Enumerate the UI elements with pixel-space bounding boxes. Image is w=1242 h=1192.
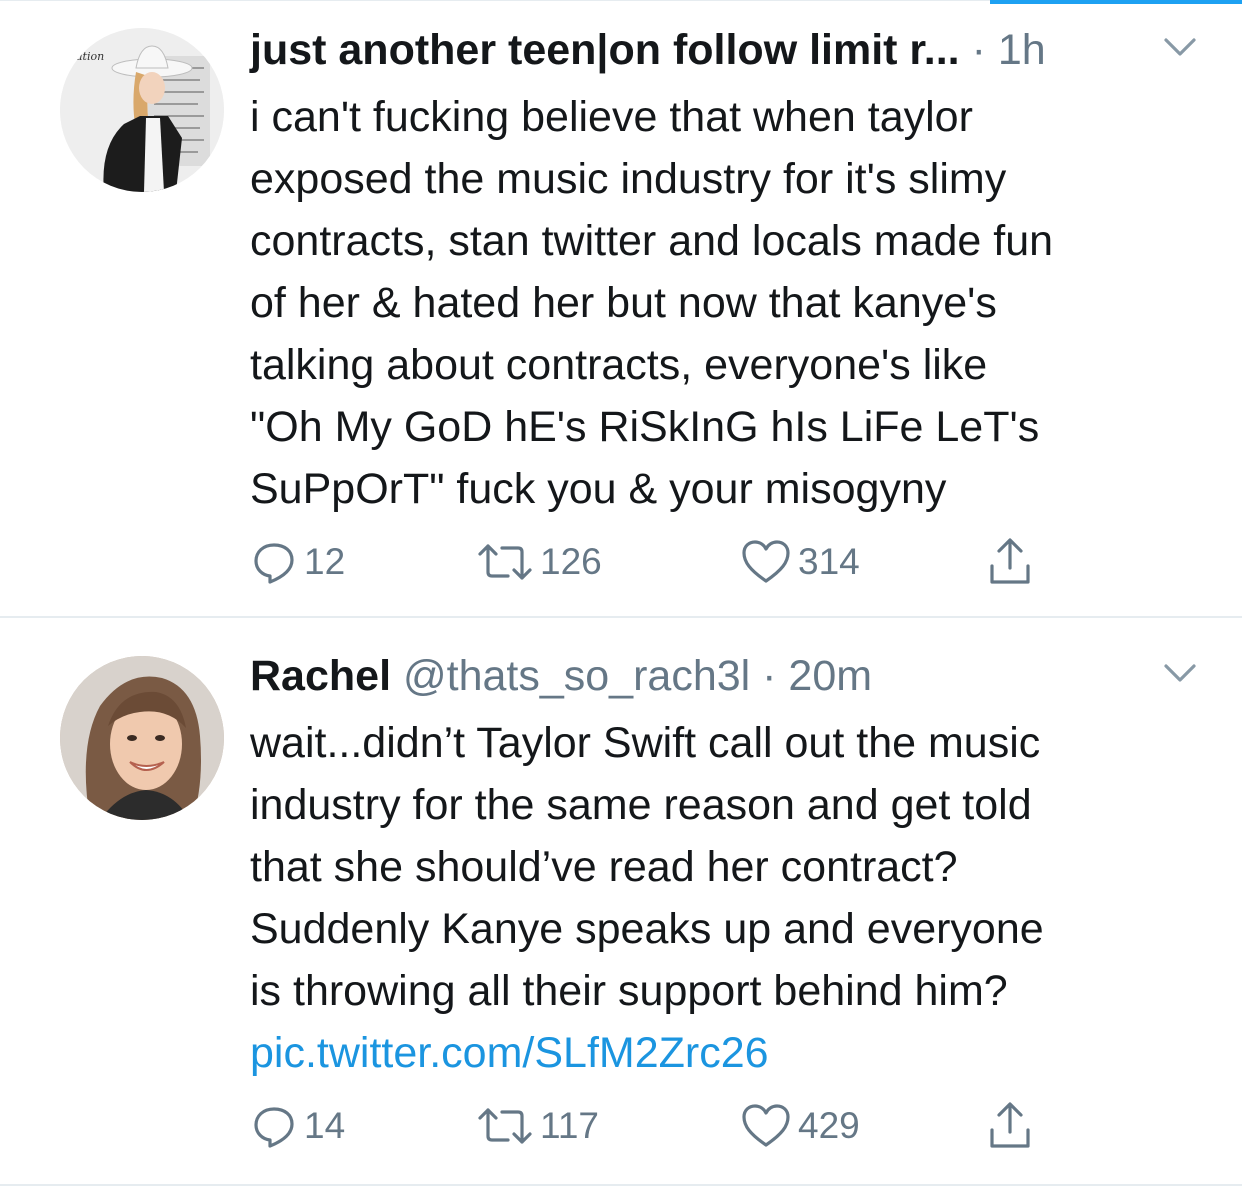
avatar-image: ation xyxy=(60,28,224,192)
retweet-icon xyxy=(478,1108,532,1144)
tweet-text: wait...didn’t Taylor Swift call out the … xyxy=(250,712,1200,1084)
tweet-actions: 12 126 314 xyxy=(250,534,1050,590)
avatar-image xyxy=(60,656,224,820)
avatar[interactable]: ation xyxy=(60,28,224,192)
retweet-button[interactable]: 126 xyxy=(476,534,602,590)
display-name[interactable]: Rachel xyxy=(250,652,391,700)
tweet-text-line: SuPpOrT" fuck you & your misogyny xyxy=(250,465,947,513)
tweet-text-line: of her & hated her but now that kanye's xyxy=(250,279,997,327)
like-button[interactable]: 314 xyxy=(740,534,860,590)
separator-dot: · xyxy=(750,652,789,700)
tweet-header: Rachel @thats_so_rach3l · 20m xyxy=(250,650,1202,702)
retweet-count: 117 xyxy=(540,1105,599,1146)
timestamp[interactable]: 20m xyxy=(788,652,872,700)
tweet[interactable]: ation just another teen|on follow limit … xyxy=(0,6,1242,618)
reply-icon xyxy=(254,1107,294,1148)
like-count: 429 xyxy=(798,1105,860,1146)
tweet-text-line: i can't fucking believe that when taylor xyxy=(250,93,973,141)
tweet[interactable]: Rachel @thats_so_rach3l · 20m wait...did… xyxy=(0,620,1242,1186)
tweet-text-line: that she should’ve read her contract? xyxy=(250,843,958,891)
tweet-link[interactable]: pic.twitter.com/SLfM2Zrc26 xyxy=(250,1022,1200,1084)
tweet-text: i can't fucking believe that when taylor… xyxy=(250,86,1200,520)
tweet-text-line: industry for the same reason and get tol… xyxy=(250,781,1032,829)
reply-icon xyxy=(254,543,294,584)
share-icon xyxy=(990,538,1030,584)
display-name[interactable]: just another teen|on follow limit r... xyxy=(250,26,960,74)
like-count: 314 xyxy=(798,541,860,582)
tweet-header: just another teen|on follow limit r... ·… xyxy=(250,24,1202,76)
tweet-text-line: "Oh My GoD hE's RiSkInG hIs LiFe LeT's xyxy=(250,403,1040,451)
tweet-text-line: exposed the music industry for it's slim… xyxy=(250,155,1007,203)
separator-dot: · xyxy=(971,26,998,74)
tweet-text-line: talking about contracts, everyone's like xyxy=(250,341,988,389)
retweet-icon xyxy=(478,544,532,580)
reply-count: 12 xyxy=(304,541,346,582)
reply-button[interactable]: 14 xyxy=(250,1098,345,1154)
active-tab-indicator xyxy=(990,0,1242,4)
reply-count: 14 xyxy=(304,1105,346,1146)
share-icon xyxy=(990,1102,1030,1148)
like-button[interactable]: 429 xyxy=(740,1098,860,1154)
svg-text:ation: ation xyxy=(76,50,104,63)
retweet-button[interactable]: 117 xyxy=(476,1098,599,1154)
reply-button[interactable]: 12 xyxy=(250,534,345,590)
share-button[interactable] xyxy=(986,1098,1034,1154)
user-handle[interactable]: @thats_so_rach3l xyxy=(403,652,750,700)
share-button[interactable] xyxy=(986,534,1034,590)
retweet-count: 126 xyxy=(540,541,602,582)
chevron-down-icon[interactable] xyxy=(1158,30,1202,64)
tweet-actions: 14 117 429 xyxy=(250,1098,1050,1154)
tweet-text-line: is throwing all their support behind him… xyxy=(250,967,1008,1015)
tweet-text-line: wait...didn’t Taylor Swift call out the … xyxy=(250,719,1041,767)
avatar[interactable] xyxy=(60,656,224,820)
tweet-text-line: Suddenly Kanye speaks up and everyone xyxy=(250,905,1044,953)
tweet-text-line: contracts, stan twitter and locals made … xyxy=(250,217,1054,265)
heart-icon xyxy=(742,1104,790,1147)
chevron-down-icon[interactable] xyxy=(1158,656,1202,690)
heart-icon xyxy=(742,540,790,583)
timestamp[interactable]: 1h xyxy=(998,26,1046,74)
